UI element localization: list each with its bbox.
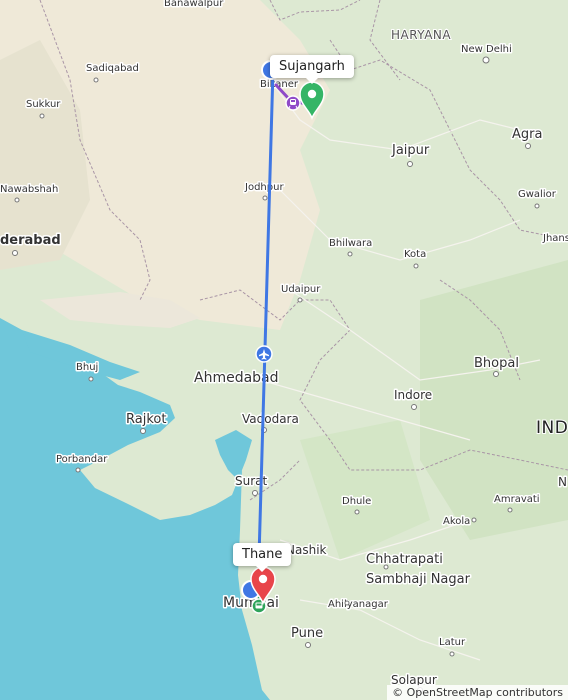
map-canvas[interactable]: HARYANA INDI Banawalpur Sadiqabad Sukkur… <box>0 0 568 700</box>
city-agra: Agra <box>512 127 542 142</box>
city-jaipur: Jaipur <box>391 143 430 158</box>
gulf-of-khambhat <box>215 430 252 480</box>
city-ahmedabad: Ahmedabad <box>194 370 279 386</box>
region-label-india: INDI <box>536 418 568 438</box>
city-bhilwara: Bhilwara <box>329 238 372 249</box>
train-icon[interactable] <box>285 95 301 111</box>
city-bhuj: Bhuj <box>76 362 98 373</box>
city-dhule: Dhule <box>342 496 371 507</box>
city-nashik: Nashik <box>286 543 327 557</box>
origin-callout[interactable]: Thane <box>233 543 292 572</box>
city-n-partial: N <box>558 475 567 489</box>
map-attribution[interactable]: © OpenStreetMap contributors <box>387 685 568 700</box>
attribution-text: © OpenStreetMap contributors <box>392 686 563 699</box>
city-porbandar: Porbandar <box>56 454 108 465</box>
city-sukkur: Sukkur <box>26 99 61 110</box>
city-ahilyanagar: Ahilyanagar <box>328 599 389 610</box>
city-jhansi: Jhans <box>542 233 568 244</box>
forest-region-2 <box>300 420 430 560</box>
city-sadiqabad: Sadiqabad <box>86 63 139 74</box>
city-rajkot: Rajkot <box>126 412 166 427</box>
city-banawalpur: Banawalpur <box>164 0 224 9</box>
city-chhatrapati: Chhatrapati <box>366 552 443 567</box>
city-sambhaji-nagar: Sambhaji Nagar <box>366 572 471 587</box>
city-udaipur: Udaipur <box>281 284 321 295</box>
origin-callout-label: Thane <box>242 547 283 562</box>
region-label-haryana: HARYANA <box>391 28 451 42</box>
city-latur: Latur <box>439 637 466 648</box>
airplane-icon[interactable] <box>255 345 273 363</box>
city-vadodara: Vadodara <box>242 412 299 426</box>
city-jodhpur: Jodhpur <box>244 182 284 193</box>
city-hyderabad: derabad <box>0 233 61 248</box>
city-nawabshah: Nawabshah <box>0 184 58 195</box>
city-kota: Kota <box>404 249 426 260</box>
destination-callout[interactable]: Sujangarh <box>270 55 354 84</box>
destination-callout-label: Sujangarh <box>279 59 345 74</box>
city-amravati: Amravati <box>494 494 540 505</box>
city-akola: Akola <box>443 516 470 527</box>
city-pune: Pune <box>291 626 323 641</box>
city-indore: Indore <box>394 388 432 402</box>
city-bhopal: Bhopal <box>474 356 519 371</box>
city-new-delhi: New Delhi <box>461 44 512 55</box>
city-gwalior: Gwalior <box>518 189 557 200</box>
